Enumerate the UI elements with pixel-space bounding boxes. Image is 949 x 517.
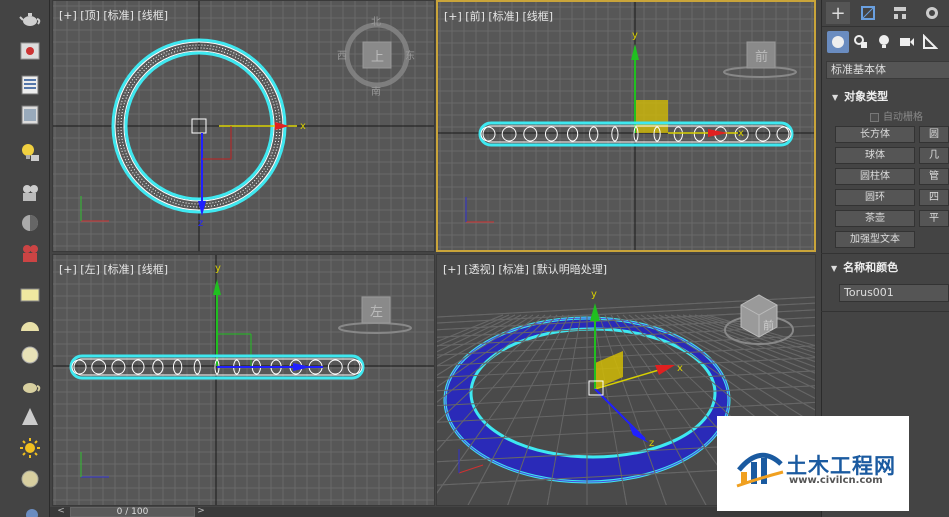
cone-icon[interactable] — [17, 406, 43, 428]
teapot-icon[interactable] — [17, 8, 43, 30]
object-name-field[interactable]: Torus001 — [839, 284, 949, 302]
grid — [438, 2, 814, 250]
watermark-url: www.civilcn.com — [789, 475, 883, 486]
left-toolbar — [0, 0, 50, 517]
cone-button[interactable]: 圆 — [919, 126, 949, 143]
viewport-perspective-label[interactable]: [+] [透视] [标准] [默认明暗处理] — [443, 261, 607, 277]
cameras-subtab-icon[interactable] — [896, 31, 918, 53]
helpers-subtab-icon[interactable] — [919, 31, 941, 53]
teapot-button[interactable]: 茶壶 — [835, 210, 915, 227]
lights-subtab-icon[interactable] — [873, 31, 895, 53]
axis-y-label: y — [591, 289, 597, 300]
material-editor-icon[interactable] — [17, 74, 43, 96]
viewcube-label: 上 — [371, 50, 384, 65]
autogrid-checkbox[interactable] — [870, 112, 879, 122]
modify-tab-icon[interactable] — [856, 2, 880, 24]
viewcube-label: 左 — [370, 305, 383, 320]
axis-y-label: y — [215, 263, 221, 274]
time-prev-button[interactable]: < — [54, 506, 68, 517]
rollout-divider — [821, 253, 949, 254]
time-slider[interactable]: < 0 / 100 > — [50, 506, 821, 517]
mini-listener-icon[interactable] — [14, 507, 44, 517]
object-category-row — [822, 30, 949, 54]
plane-icon[interactable] — [17, 284, 43, 306]
sphere-button[interactable]: 球体 — [835, 147, 915, 164]
time-slider-thumb[interactable]: 0 / 100 — [70, 507, 195, 517]
compass-south: 南 — [371, 85, 381, 98]
viewport-left-canvas: y 左 — [53, 255, 434, 505]
viewport-left[interactable]: y 左 [+] [左] [标准] [线框] — [52, 254, 435, 506]
create-tab-icon[interactable]: + — [826, 2, 850, 24]
hierarchy-tab-icon[interactable] — [888, 2, 912, 24]
watermark: 土木工程网 www.civilcn.com — [717, 416, 909, 511]
viewcube-label: 前 — [755, 49, 768, 65]
geometry-subtab-icon[interactable] — [827, 31, 849, 53]
category-dropdown[interactable]: 标准基本体 — [826, 61, 949, 79]
light-bulb-icon[interactable] — [17, 142, 43, 164]
viewport-front[interactable]: y x 前 [+] [前] [标准] [线框] — [436, 0, 816, 252]
pyramid-button[interactable]: 四 — [919, 189, 949, 206]
shapes-subtab-icon[interactable] — [850, 31, 872, 53]
object-type-title: 对象类型 — [844, 90, 889, 103]
cylinder-button[interactable]: 圆柱体 — [835, 168, 915, 185]
torus-button[interactable]: 圆环 — [835, 189, 915, 206]
time-next-button[interactable]: > — [194, 506, 208, 517]
viewport-top-label[interactable]: [+] [顶] [标准] [线框] — [59, 7, 168, 23]
viewport-left-label[interactable]: [+] [左] [标准] [线框] — [59, 261, 168, 277]
watermark-logo-icon — [736, 452, 784, 488]
render-frame-icon[interactable] — [17, 40, 43, 62]
motion-tab-icon[interactable] — [920, 2, 944, 24]
viewport-front-canvas: y x 前 — [438, 2, 814, 250]
collapse-triangle-icon: ▼ — [831, 264, 838, 273]
axis-x-label: x — [300, 121, 306, 132]
axis-z-label: z — [198, 218, 203, 229]
sphere-icon[interactable] — [17, 344, 43, 366]
viewport-top-canvas: x z 上 北 西 东 南 — [53, 1, 434, 251]
plane-button[interactable]: 平 — [919, 210, 949, 227]
name-color-rollout[interactable]: ▼ 名称和颜色 — [831, 259, 898, 275]
name-color-title: 名称和颜色 — [843, 261, 899, 274]
video-post-icon[interactable] — [17, 243, 43, 265]
sun-icon[interactable] — [17, 437, 43, 459]
axis-x-label: x — [738, 128, 744, 139]
compass-east: 东 — [405, 49, 415, 62]
command-tabs: + — [822, 0, 949, 27]
rollout-divider — [821, 311, 949, 312]
schematic-icon[interactable] — [17, 104, 43, 126]
tube-button[interactable]: 管 — [919, 168, 949, 185]
autogrid-label: 自动栅格 — [883, 112, 923, 123]
viewport-front-label[interactable]: [+] [前] [标准] [线框] — [444, 8, 553, 24]
object-type-rollout[interactable]: ▼ 对象类型 — [832, 88, 888, 104]
box-button[interactable]: 长方体 — [835, 126, 915, 143]
hemisphere-icon[interactable] — [17, 314, 43, 336]
text-plus-button[interactable]: 加强型文本 — [835, 231, 915, 248]
viewport-top[interactable]: x z 上 北 西 东 南 [+] [顶] [标准] [线框] — [52, 0, 435, 252]
axis-x-label: x — [677, 363, 683, 374]
geosphere-button[interactable]: 几 — [919, 147, 949, 164]
viewcube-label: 前 — [763, 318, 774, 332]
grid — [53, 255, 434, 505]
camera-icon[interactable] — [17, 182, 43, 204]
environment-icon[interactable] — [17, 212, 43, 234]
autogrid-checkbox-row[interactable]: 自动栅格 — [870, 108, 923, 123]
compass-north: 北 — [371, 16, 381, 28]
teapot-shape-icon[interactable] — [17, 375, 43, 397]
axis-z-label: z — [649, 438, 654, 449]
disc-icon[interactable] — [17, 468, 43, 490]
compass-west: 西 — [337, 51, 347, 62]
collapse-triangle-icon: ▼ — [832, 93, 839, 102]
axis-y-label: y — [632, 30, 638, 41]
